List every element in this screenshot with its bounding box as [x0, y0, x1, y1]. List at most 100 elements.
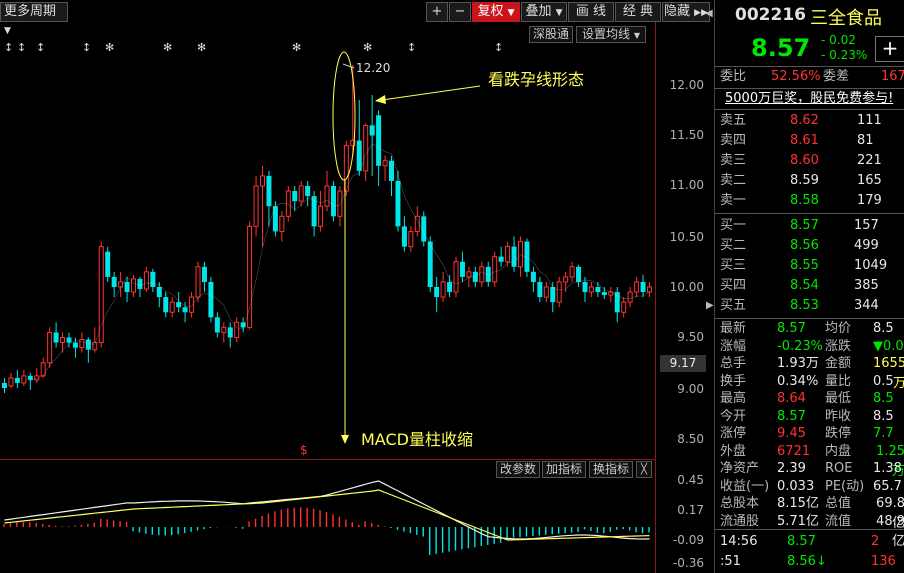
candlestick — [337, 186, 343, 227]
pattern-arrow-line — [381, 85, 481, 101]
candlestick — [124, 276, 130, 303]
stock-code: 002216 — [735, 5, 806, 25]
collapse-arrow-icon[interactable]: ◀ — [705, 8, 713, 19]
ask-price: 8.61 — [790, 133, 819, 148]
close-icon[interactable]: ╳ — [636, 461, 652, 478]
candlestick — [382, 155, 388, 181]
bid-row: 买二 8.56 499 — [715, 236, 904, 256]
candlestick — [150, 268, 156, 293]
current-price-tag: 9.17 — [660, 355, 706, 372]
event-marker-icon[interactable]: ↕ — [82, 41, 91, 54]
event-marker-icon[interactable]: ↕ — [407, 41, 416, 54]
pattern-annotation: 看跌孕线形态 — [488, 70, 585, 89]
promo-banner[interactable]: 5000万巨奖，股民免费参与! — [725, 89, 904, 108]
tick-volume: 136 — [871, 554, 896, 569]
ask-price: 8.60 — [790, 153, 819, 168]
event-marker-icon[interactable]: ↕ — [494, 41, 503, 54]
pattern-arrow-head — [375, 95, 386, 104]
weicha-value: 167 — [881, 69, 904, 84]
ma-lines — [30, 143, 650, 382]
candlestick — [137, 276, 143, 298]
candlestick — [647, 281, 652, 298]
candlestick — [234, 317, 240, 343]
candlestick — [298, 180, 304, 207]
candlestick — [131, 274, 136, 298]
candlestick — [85, 337, 91, 363]
ask-price: 8.62 — [790, 113, 819, 128]
bid-row: 买三 8.55 1049 — [715, 256, 904, 276]
ask-price: 8.59 — [790, 173, 819, 188]
candlestick — [389, 155, 394, 197]
bid-price: 8.53 — [790, 298, 819, 313]
candlestick — [485, 261, 491, 287]
price-tick: 11.50 — [669, 128, 704, 142]
edit-params-button[interactable]: 改参数 — [496, 461, 541, 478]
candlestick — [492, 251, 498, 287]
price-axis: 12.00 11.50 11.00 10.50 10.00 9.50 9.00 … — [656, 0, 712, 573]
candlestick — [201, 261, 207, 293]
price-change: - 0.02 — [821, 33, 856, 47]
ask-label: 卖四 — [720, 133, 747, 148]
candlestick — [447, 274, 453, 298]
bid-row: 买四 8.54 385 — [715, 276, 904, 296]
candlestick — [8, 372, 14, 388]
bid-row: 买一 8.57 157 — [715, 216, 904, 236]
kline-chart-area[interactable]: 更多周期 ▼ + − 复权 ▼ 叠加 ▼ 画 线 经 典 隐藏 ▶▶ 深股通 设… — [0, 0, 714, 573]
candlestick — [408, 226, 414, 252]
quote-panel: 002216 三全食品 8.57 - 0.02 - 0.23% + 委比 52.… — [714, 0, 904, 573]
candlestick — [640, 274, 646, 298]
event-marker-icon[interactable]: ✻ — [163, 41, 172, 54]
macd-tick: -0.09 — [672, 533, 704, 547]
divider — [715, 109, 904, 110]
event-marker-icon[interactable]: ✻ — [292, 41, 301, 54]
candlestick — [401, 216, 407, 252]
candlestick — [111, 271, 117, 298]
bid-volume: 1049 — [854, 258, 888, 273]
candlestick — [279, 211, 285, 242]
candlestick — [608, 287, 614, 303]
bid-row: 买五 8.53 344 — [715, 296, 904, 316]
event-marker-icon[interactable]: ↕ — [36, 41, 45, 54]
candlestick — [627, 287, 633, 308]
event-marker-icon[interactable]: ✻ — [105, 41, 114, 54]
event-marker-icon[interactable]: ✻ — [197, 41, 206, 54]
switch-indicator-button[interactable]: 换指标 — [589, 461, 634, 478]
candlestick — [285, 186, 291, 222]
candlestick — [537, 276, 543, 303]
macd-histogram — [3, 507, 650, 555]
candlestick — [511, 236, 517, 272]
candlestick — [53, 322, 59, 348]
event-marker-icon[interactable]: ↕ — [4, 41, 13, 54]
ask-label: 卖一 — [720, 193, 747, 208]
candlestick — [34, 367, 40, 383]
candlestick — [440, 271, 446, 303]
divider — [715, 213, 904, 214]
tick-price: 8.56↓ — [787, 554, 827, 569]
add-watchlist-button[interactable]: + — [875, 36, 904, 62]
candlestick — [156, 281, 162, 308]
candlestick — [543, 281, 549, 303]
bid-label: 买二 — [720, 238, 747, 253]
high-price-label: 12.20 — [356, 61, 391, 75]
price-tick: 8.50 — [677, 432, 704, 446]
tick-row: 14:56 8.57 2 — [715, 532, 904, 552]
candlestick — [2, 377, 7, 394]
price-tick: 12.00 — [669, 78, 704, 92]
ask-row: 卖四 8.61 81 — [715, 131, 904, 151]
bid-label: 买五 — [720, 298, 747, 313]
candlestick — [143, 266, 149, 293]
event-marker-icon[interactable]: ↕ — [17, 41, 26, 54]
expand-arrow-icon[interactable]: ▶ — [706, 300, 714, 311]
event-marker-icon[interactable]: ✻ — [363, 41, 372, 54]
candlestick — [601, 287, 607, 300]
bid-volume: 385 — [854, 278, 879, 293]
candlestick — [634, 276, 640, 298]
candlestick — [324, 170, 330, 212]
candlestick — [79, 332, 85, 353]
candlestick — [576, 264, 582, 287]
add-indicator-button[interactable]: 加指标 — [542, 461, 587, 478]
tick-row: :51 8.56↓ 136 — [715, 552, 904, 572]
ask-volume: 81 — [857, 133, 874, 148]
candlestick — [479, 261, 485, 287]
candlestick — [266, 170, 272, 227]
